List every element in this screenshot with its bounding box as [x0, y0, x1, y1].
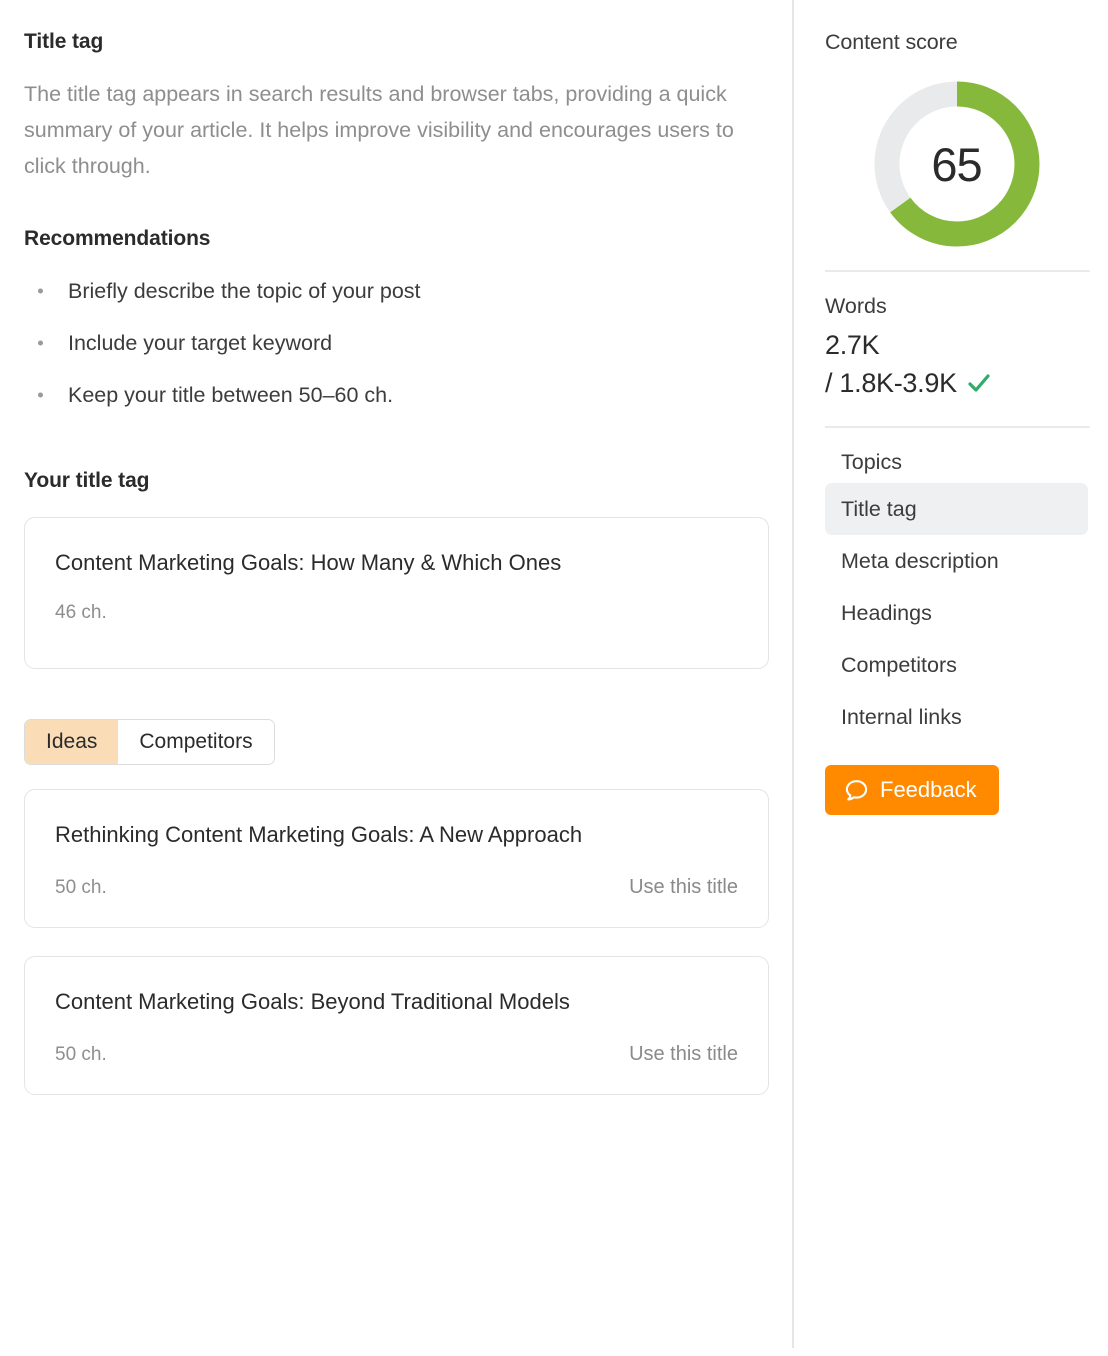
title-tag-detail-panel: Title tag The title tag appears in searc…: [0, 0, 794, 1356]
list-item: Keep your title between 50–60 ch.: [24, 369, 769, 421]
idea-card[interactable]: Content Marketing Goals: Beyond Traditio…: [24, 956, 769, 1095]
idea-title: Content Marketing Goals: Beyond Traditio…: [55, 989, 570, 1014]
feedback-button-label: Feedback: [880, 777, 977, 802]
section-description: The title tag appears in search results …: [24, 82, 734, 178]
bullet-icon: [38, 340, 43, 346]
recommendations-list: Briefly describe the topic of your post …: [24, 265, 769, 421]
recommendation-text: Briefly describe the topic of your post: [68, 279, 421, 303]
tab-ideas[interactable]: Ideas: [25, 720, 119, 764]
words-range-row: / 1.8K-3.9K: [825, 364, 1088, 402]
recommendations-heading: Recommendations: [24, 227, 211, 250]
check-icon: [968, 374, 990, 392]
content-score-value: 65: [931, 137, 982, 191]
topics-block: Topics Title tag Meta description Headin…: [825, 428, 1088, 815]
use-this-title-button[interactable]: Use this title: [629, 1043, 738, 1066]
sidebar-item-title-tag[interactable]: Title tag: [825, 483, 1088, 535]
feedback-button[interactable]: Feedback: [825, 765, 999, 815]
bullet-icon: [38, 392, 43, 398]
list-item: Briefly describe the topic of your post: [24, 265, 769, 317]
char-count: 50 ch.: [55, 1043, 107, 1065]
recommendation-text: Include your target keyword: [68, 331, 333, 355]
sidebar-item-headings[interactable]: Headings: [825, 587, 1088, 639]
suggestions-tab-group: Ideas Competitors: [24, 719, 275, 765]
idea-meta: 50 ch. Use this title: [55, 1043, 738, 1066]
words-label: Words: [825, 294, 887, 318]
idea-meta: 50 ch. Use this title: [55, 876, 738, 899]
content-score-label: Content score: [825, 30, 958, 54]
your-title-tag-text: Content Marketing Goals: How Many & Whic…: [55, 550, 562, 575]
idea-card[interactable]: Rethinking Content Marketing Goals: A Ne…: [24, 789, 769, 928]
topics-label: Topics: [841, 450, 902, 474]
idea-title: Rethinking Content Marketing Goals: A Ne…: [55, 822, 583, 847]
use-this-title-button[interactable]: Use this title: [629, 876, 738, 899]
words-range: / 1.8K-3.9K: [825, 368, 957, 398]
words-count: 2.7K: [825, 330, 880, 360]
content-editor-panel: Title tag The title tag appears in searc…: [0, 0, 1108, 1356]
speech-bubble-icon: [845, 779, 868, 800]
sidebar-item-internal-links[interactable]: Internal links: [825, 691, 1088, 743]
recommendation-text: Keep your title between 50–60 ch.: [68, 383, 394, 407]
page-title: Title tag: [24, 30, 104, 53]
sidebar-item-competitors[interactable]: Competitors: [825, 639, 1088, 691]
tab-competitors[interactable]: Competitors: [118, 720, 274, 764]
bullet-icon: [38, 288, 43, 294]
your-title-tag-meta: 46 ch.: [55, 602, 738, 624]
your-title-tag-heading: Your title tag: [24, 469, 150, 492]
your-title-tag-card[interactable]: Content Marketing Goals: How Many & Whic…: [24, 517, 769, 669]
sidebar-item-meta-description[interactable]: Meta description: [825, 535, 1088, 587]
words-block: Words 2.7K / 1.8K-3.9K: [825, 272, 1088, 426]
list-item: Include your target keyword: [24, 317, 769, 369]
content-score-gauge-wrap: 65: [825, 80, 1088, 248]
char-count: 46 ch.: [55, 602, 107, 623]
content-sidebar: Content score 65 Words 2.7K / 1.8K-3.9K: [793, 0, 1108, 1356]
content-score-gauge: 65: [873, 80, 1041, 248]
char-count: 50 ch.: [55, 876, 107, 898]
panel-divider: [792, 0, 794, 1348]
